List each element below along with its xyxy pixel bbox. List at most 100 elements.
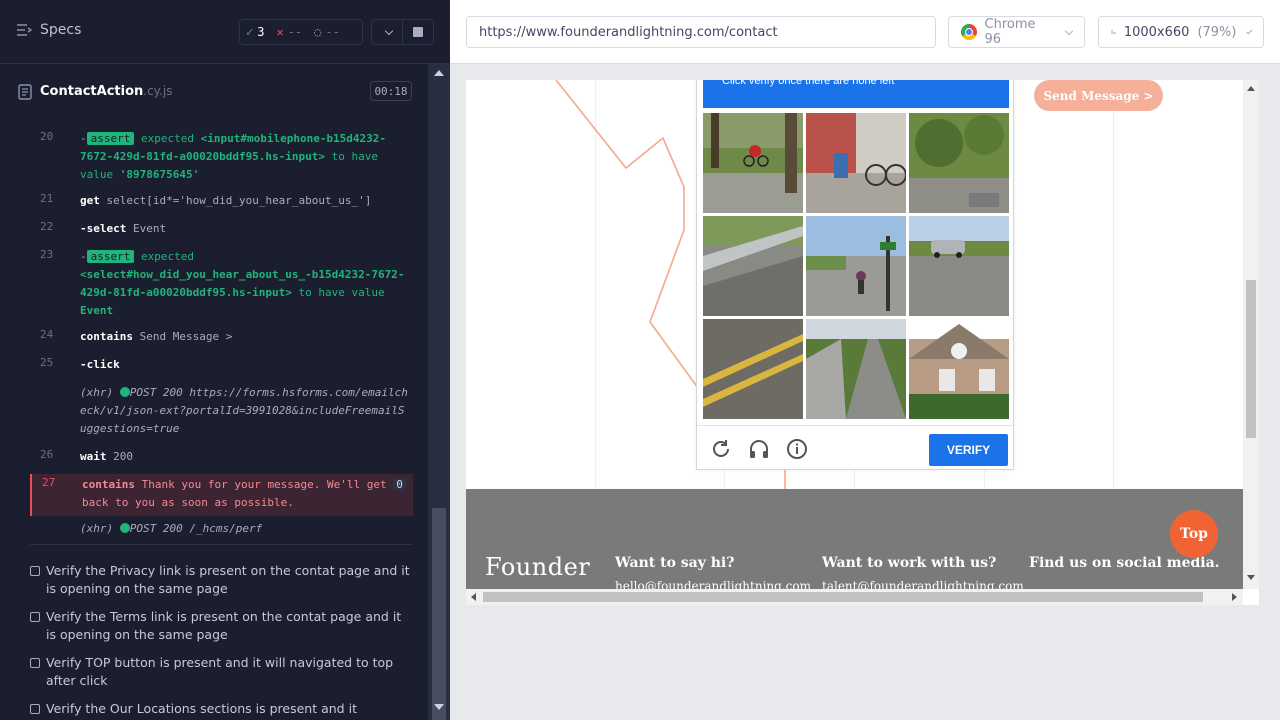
test-title: Verify the Privacy link is present on th… xyxy=(46,563,410,596)
command-number: 24 xyxy=(40,328,54,341)
pending-count: -- xyxy=(325,25,340,39)
frame-vertical-scrollbar[interactable] xyxy=(1243,80,1259,589)
test-item[interactable]: Verify the Terms link is present on the … xyxy=(30,608,410,644)
xhr-body: (xhr) POST 200 /_hcms/perf xyxy=(80,520,410,538)
check-icon: ✓ xyxy=(246,25,254,39)
divider xyxy=(30,544,413,545)
command-row[interactable]: 25 -click xyxy=(30,356,413,382)
test-item[interactable]: Verify the Privacy link is present on th… xyxy=(30,562,410,598)
chevron-down-icon xyxy=(1064,26,1074,35)
x-icon: ✕ xyxy=(276,25,284,39)
list-icon xyxy=(17,24,32,36)
road-lines-tile[interactable] xyxy=(703,319,803,419)
checkbox-icon xyxy=(30,704,40,714)
command-number: 23 xyxy=(40,248,54,261)
road-car-tile[interactable] xyxy=(909,216,1009,316)
command-name: -select xyxy=(80,222,127,235)
scroll-left-icon[interactable] xyxy=(471,593,476,601)
footer-email-link[interactable]: talent@founderandlightning.com xyxy=(822,579,1024,589)
assert-badge: assert xyxy=(86,132,135,145)
command-name: wait xyxy=(80,450,107,463)
viewport-selector[interactable]: 1000x660 (79%) xyxy=(1098,16,1264,48)
spec-name[interactable]: ContactAction.cy.js xyxy=(40,84,172,99)
house-tile[interactable] xyxy=(909,319,1009,419)
xhr-status: POST 200 xyxy=(129,386,183,399)
assert-value: Event xyxy=(80,304,114,317)
frame-horizontal-scrollbar[interactable] xyxy=(466,589,1243,605)
tile-image xyxy=(806,339,906,419)
scroll-down-icon[interactable] xyxy=(434,704,444,710)
specs-button[interactable]: Specs xyxy=(16,22,81,38)
stop-button[interactable] xyxy=(402,19,434,45)
xhr-status: POST 200 xyxy=(129,522,183,535)
xhr-row[interactable]: (xhr) POST 200 /_hcms/perf xyxy=(30,520,413,544)
test-item[interactable]: Verify TOP button is present and it will… xyxy=(30,654,410,690)
scrollbar-thumb[interactable] xyxy=(432,508,446,720)
xhr-url: /_hcms/perf xyxy=(189,522,263,535)
failed-command-row[interactable]: 27 contains Thank you for your message. … xyxy=(30,474,413,516)
site-page: Send Message > Click verify once there a… xyxy=(466,80,1243,589)
test-title: Verify the Our Locations sections is pre… xyxy=(46,701,357,720)
passed-stat: ✓ 3 xyxy=(240,25,270,39)
chrome-icon xyxy=(961,24,977,40)
match-count-chip: 0 xyxy=(393,478,406,491)
command-arg: 200 xyxy=(113,450,133,463)
url-bar[interactable]: https://www.founderandlightning.com/cont… xyxy=(466,16,936,48)
street-cyclist-tile[interactable] xyxy=(806,216,906,316)
test-item[interactable]: Verify the Our Locations sections is pre… xyxy=(30,700,410,720)
command-arg: Event xyxy=(132,222,167,235)
command-row[interactable]: 21 get select[id*='how_did_you_hear_abou… xyxy=(30,192,413,218)
command-name: contains xyxy=(82,478,135,491)
top-button[interactable]: Top xyxy=(1170,510,1218,558)
command-row[interactable]: 20 - assert expected <input#mobilephone-b… xyxy=(30,130,413,190)
viewport-size: 1000x660 xyxy=(1123,24,1190,40)
verify-button[interactable]: VERIFY xyxy=(929,434,1008,466)
scroll-right-icon[interactable] xyxy=(1232,593,1237,601)
footer-email-link[interactable]: hello@founderandlightning.com xyxy=(615,579,811,589)
recaptcha-challenge: Click verify once there are none left VE… xyxy=(696,80,1014,470)
sidewalk-bicycle-tile[interactable] xyxy=(806,113,906,213)
command-log-scrollbar[interactable] xyxy=(428,64,450,720)
browser-selector[interactable]: Chrome 96 xyxy=(948,16,1085,48)
command-row[interactable]: 26 wait 200 xyxy=(30,448,413,474)
headphones-icon[interactable] xyxy=(748,438,770,460)
scroll-up-icon[interactable] xyxy=(434,70,444,76)
file-icon xyxy=(18,84,32,100)
command-prefix: - xyxy=(80,250,87,263)
scrollbar-thumb[interactable] xyxy=(483,592,1203,602)
xhr-label: (xhr) xyxy=(80,522,114,535)
command-name: -click xyxy=(80,358,120,371)
command-body: wait 200 xyxy=(80,448,410,466)
chevron-down-icon xyxy=(1246,27,1253,34)
footer-heading: Want to work with us? xyxy=(822,555,997,571)
bicycle-rider-tile[interactable] xyxy=(703,113,803,213)
site-logo[interactable]: Founder xyxy=(485,553,590,581)
reload-icon[interactable] xyxy=(710,438,732,460)
command-body: - assert expected <select#how_did_you_hea… xyxy=(80,248,410,320)
options-dropdown-button[interactable] xyxy=(371,19,403,45)
tile-image xyxy=(711,113,797,193)
scrollbar-thumb[interactable] xyxy=(1246,280,1256,438)
scroll-down-icon[interactable] xyxy=(1247,575,1255,580)
captcha-tile-grid xyxy=(703,113,1009,419)
command-row[interactable]: 24 contains Send Message > xyxy=(30,328,413,354)
tile-image xyxy=(909,324,1009,419)
scroll-up-icon[interactable] xyxy=(1247,86,1255,91)
command-arg: back to you as soon as possible. xyxy=(82,496,294,509)
tile-image xyxy=(915,115,1004,207)
info-icon[interactable] xyxy=(786,438,808,460)
send-message-button[interactable]: Send Message > xyxy=(1034,80,1163,111)
checkbox-icon xyxy=(30,566,40,576)
status-dot-icon xyxy=(119,387,130,397)
command-number: 26 xyxy=(40,448,54,461)
guardrail-road-tile[interactable] xyxy=(703,216,803,316)
bike-path-tile[interactable] xyxy=(806,319,906,419)
command-number: 25 xyxy=(40,356,54,369)
command-row[interactable]: 23 - assert expected <select#how_did_you_… xyxy=(30,248,413,320)
failed-count: -- xyxy=(287,25,303,39)
command-body: contains Send Message > xyxy=(80,328,410,346)
grass-road-tile[interactable] xyxy=(909,113,1009,213)
assert-text: to have value xyxy=(298,286,385,299)
command-row[interactable]: 22 -select Event xyxy=(30,220,413,246)
xhr-row[interactable]: (xhr) POST 200 https://forms.hsforms.com… xyxy=(30,384,413,442)
